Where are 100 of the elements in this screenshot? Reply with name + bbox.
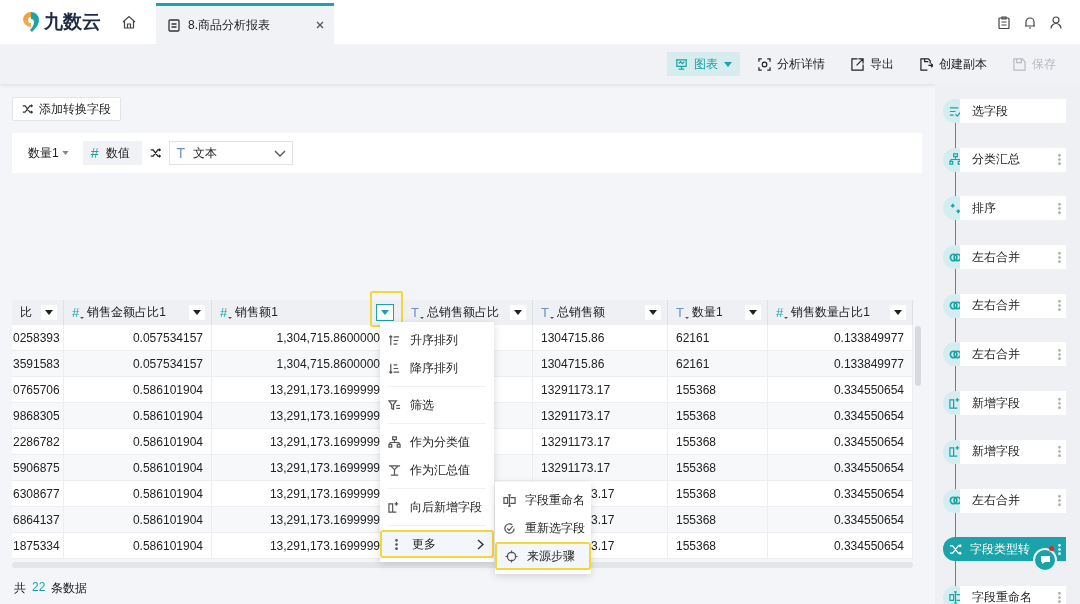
table-cell: 13291173.17 (541, 434, 611, 449)
table-cell: 0.586101904 (132, 486, 203, 501)
report-tab[interactable]: 8.商品分析报表 (156, 3, 334, 44)
table-cell: 62161 (676, 330, 710, 345)
table-cell: 0.334550654 (833, 408, 904, 423)
table-cell: 0.057534157 (132, 356, 203, 371)
toolbar-button[interactable]: 创建副本 (912, 52, 995, 76)
table-cell: 3.17 (591, 512, 615, 527)
column-menu-button[interactable] (189, 305, 205, 320)
merge-icon (948, 299, 962, 313)
add-icon (948, 396, 962, 410)
table-cell: 0.334550654 (833, 538, 904, 553)
rename-icon (948, 591, 962, 604)
logo-icon (22, 11, 40, 33)
menu-item[interactable]: 来源步骤 (495, 542, 591, 570)
column-menu-button[interactable] (890, 305, 906, 320)
table-cell: 3.17 (591, 486, 615, 501)
rename-icon (503, 493, 516, 507)
menu-item[interactable]: 向后新增字段 (380, 493, 494, 521)
desc-icon (388, 361, 401, 375)
table-cell: 155368 (676, 382, 717, 397)
bell-icon[interactable] (1024, 15, 1036, 29)
filter-icon (388, 398, 401, 412)
table-cell: 1304715.86 (541, 330, 605, 345)
add-transform-button[interactable]: 添加转换字段 (12, 97, 121, 121)
scrollbar[interactable] (915, 326, 921, 386)
table-cell: 155368 (676, 486, 717, 501)
column-menu-button[interactable] (745, 305, 761, 320)
table-cell-text: 13,291,173.1699999 (269, 486, 381, 501)
chat-button[interactable] (1033, 548, 1057, 572)
merge-icon (948, 347, 962, 361)
step-item[interactable]: 左右合并 (960, 293, 1066, 318)
table-cell: 3591583 (13, 356, 60, 371)
source-type-chip: # 数值 (82, 141, 143, 165)
table-cell: 2286782 (13, 434, 60, 449)
table-cell: 1875334 (13, 538, 60, 553)
caret-icon (724, 61, 732, 67)
menu-item[interactable]: 作为分类值 (380, 428, 494, 456)
table-cell: 155368 (676, 512, 717, 527)
step-item[interactable]: 选字段 (960, 99, 1066, 123)
step-item[interactable]: 分类汇总 (960, 147, 1066, 172)
menu-item[interactable]: 重新选字段 (495, 514, 591, 542)
step-item[interactable]: 字段重命名 (960, 585, 1066, 604)
toolbar-button[interactable]: 分析详情 (750, 52, 833, 76)
table-cell: 155368 (676, 460, 717, 475)
caret-icon (749, 310, 757, 315)
column-header: # 销售数量占比1 (768, 300, 913, 325)
chart-icon (675, 57, 688, 71)
table-cell: 0765706 (13, 382, 60, 397)
target-type-select[interactable]: T 文本 (169, 141, 294, 165)
menu-item[interactable]: 升序排列 (380, 326, 494, 354)
menu-item[interactable]: 更多 (380, 530, 494, 558)
caret-icon (193, 310, 201, 315)
step-item[interactable]: 左右合并 (960, 342, 1066, 367)
add-icon (388, 500, 401, 514)
menu-item[interactable]: 筛选 (380, 391, 494, 419)
toolbar-button[interactable]: 导出 (843, 52, 902, 76)
sort-icon (948, 201, 962, 215)
document-icon (168, 18, 180, 32)
app-name: 九数云 (44, 10, 101, 34)
shuffle-icon (22, 104, 33, 114)
menu-item[interactable]: 降序排列 (380, 354, 494, 382)
table-cell: 0.334550654 (833, 434, 904, 449)
menu-item[interactable]: 字段重命名 (495, 486, 591, 514)
table-cell: 155368 (676, 408, 717, 423)
table-cell: 0.586101904 (132, 434, 203, 449)
menu-item[interactable]: 作为汇总值 (380, 456, 494, 484)
step-item[interactable]: 左右合并 (960, 245, 1066, 270)
table-cell: 0258393 (13, 330, 60, 345)
table-cell: 9868305 (13, 408, 60, 423)
column-menu-button[interactable] (645, 305, 661, 320)
column-menu-button[interactable] (41, 305, 57, 320)
table-cell: 6308677 (13, 486, 60, 501)
table-cell-text: 13,291,173.1699999 (269, 460, 381, 475)
convert-icon (949, 542, 962, 556)
group-icon (388, 435, 401, 449)
caret-icon (894, 310, 902, 315)
caret-icon (45, 310, 53, 315)
field-dropdown[interactable]: 数量1 (28, 144, 69, 162)
column-header: # 销售额1 (212, 300, 403, 325)
step-item[interactable]: 排序 (960, 196, 1066, 221)
group-icon (948, 153, 962, 167)
step-item[interactable]: 新增字段 (960, 439, 1066, 464)
export-icon (851, 57, 864, 71)
table-cell: 155368 (676, 538, 717, 553)
select-icon (948, 104, 962, 118)
caret-icon (514, 310, 522, 315)
column-menu-button[interactable] (510, 305, 526, 320)
column-header: T 总销售额 (533, 300, 668, 325)
clipboard-icon[interactable] (998, 15, 1010, 29)
step-item[interactable]: 左右合并 (960, 488, 1066, 513)
shuffle-icon (150, 148, 162, 158)
user-icon[interactable] (1050, 15, 1062, 29)
close-icon[interactable] (316, 21, 324, 29)
column-header: # 销售金额占比1 (64, 300, 212, 325)
caret-icon (381, 310, 389, 315)
table-cell: 13291173.17 (541, 382, 611, 397)
row-count: 22 (32, 580, 46, 596)
step-item[interactable]: 新增字段 (960, 391, 1066, 416)
home-icon[interactable] (122, 15, 136, 29)
